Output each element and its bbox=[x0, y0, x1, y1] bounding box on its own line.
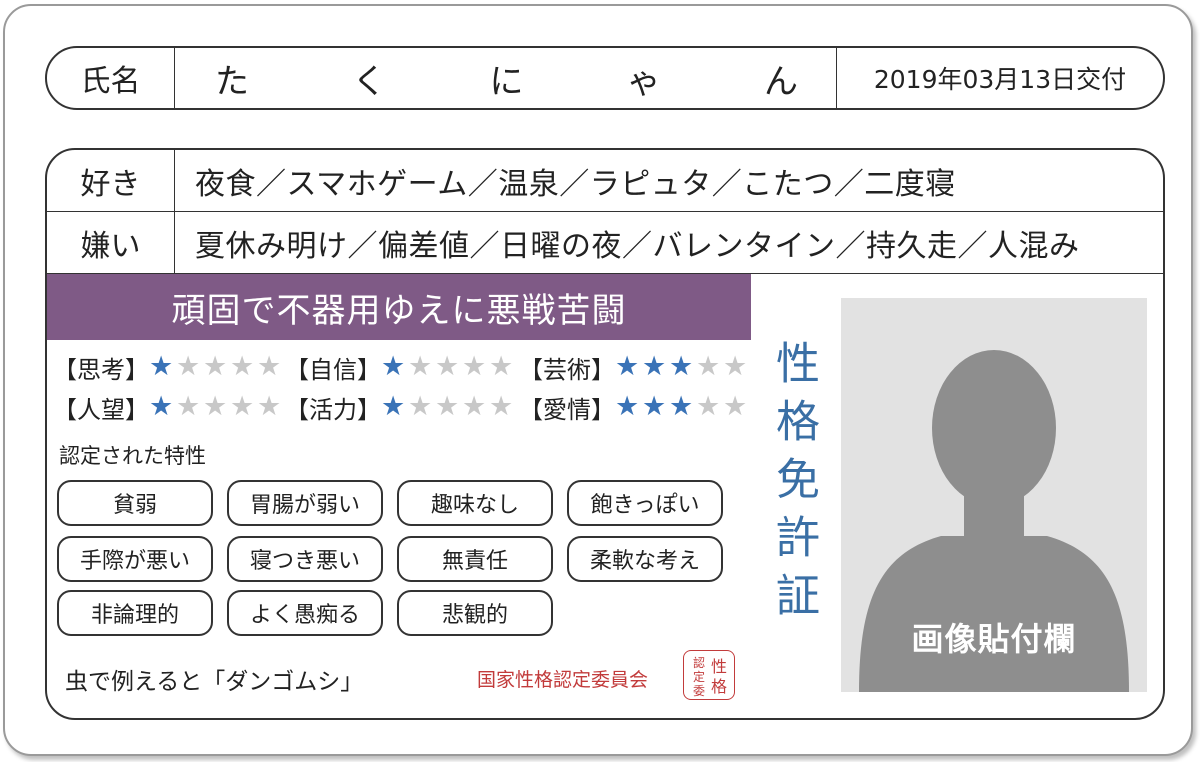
star-rating: ★ ★ ★ ★ ★ bbox=[615, 352, 750, 382]
name-char: ゃ bbox=[626, 61, 661, 102]
svg-text:定: 定 bbox=[693, 669, 705, 684]
stat-vitality: 【活力】 ★ ★ ★ ★ ★ bbox=[285, 390, 516, 424]
photo-label: 画像貼付欄 bbox=[911, 620, 1077, 658]
star-empty-icon: ★ bbox=[696, 351, 721, 382]
stat-label: 【思考】 bbox=[53, 355, 149, 384]
star-empty-icon: ★ bbox=[462, 391, 487, 422]
star-rating: ★ ★ ★ ★ ★ bbox=[381, 352, 516, 382]
dislikes-value: 夏休み明け／偏差値／日曜の夜／バレンタイン／持久走／人混み bbox=[195, 228, 1080, 264]
trait-chip: 柔軟な考え bbox=[567, 536, 723, 582]
star-empty-icon: ★ bbox=[489, 351, 514, 382]
trait-chip: 寝つき悪い bbox=[227, 536, 383, 582]
issue-date: 2019年03月13日交付 bbox=[873, 65, 1127, 94]
stat-confidence: 【自信】 ★ ★ ★ ★ ★ bbox=[285, 350, 516, 384]
star-filled-icon: ★ bbox=[615, 351, 640, 382]
dislikes-label: 嫌い bbox=[47, 212, 175, 273]
star-empty-icon: ★ bbox=[203, 351, 228, 382]
svg-text:性: 性 bbox=[711, 657, 727, 676]
star-empty-icon: ★ bbox=[435, 351, 460, 382]
star-filled-icon: ★ bbox=[642, 391, 667, 422]
trait-chip: 非論理的 bbox=[57, 590, 213, 636]
star-empty-icon: ★ bbox=[696, 391, 721, 422]
star-empty-icon: ★ bbox=[408, 391, 433, 422]
star-rating: ★ ★ ★ ★ ★ bbox=[149, 352, 284, 382]
star-empty-icon: ★ bbox=[723, 351, 748, 382]
trait-chip: 悲観的 bbox=[397, 590, 553, 636]
star-filled-icon: ★ bbox=[381, 351, 406, 382]
star-empty-icon: ★ bbox=[176, 391, 201, 422]
star-filled-icon: ★ bbox=[149, 351, 174, 382]
stat-label: 【芸術】 bbox=[519, 355, 615, 384]
stat-art: 【芸術】 ★ ★ ★ ★ ★ bbox=[519, 350, 750, 384]
stat-label: 【人望】 bbox=[53, 395, 149, 424]
issuing-committee: 国家性格認定委員会 bbox=[477, 669, 649, 691]
star-empty-icon: ★ bbox=[230, 351, 255, 382]
trait-chip: 無責任 bbox=[397, 536, 553, 582]
star-rating: ★ ★ ★ ★ ★ bbox=[615, 392, 750, 422]
seal-icon: 性 格 認 定 委 bbox=[693, 655, 727, 698]
star-empty-icon: ★ bbox=[257, 391, 282, 422]
star-empty-icon: ★ bbox=[489, 391, 514, 422]
traits-heading: 認定された特性 bbox=[59, 444, 206, 468]
personality-headline: 頑固で不器用ゆえに悪戦苦闘 bbox=[47, 274, 751, 340]
likes-label: 好き bbox=[47, 150, 175, 211]
dislikes-row: 嫌い 夏休み明け／偏差値／日曜の夜／バレンタイン／持久走／人混み bbox=[47, 212, 1163, 274]
star-empty-icon: ★ bbox=[462, 351, 487, 382]
stat-label: 【自信】 bbox=[285, 355, 381, 384]
trait-chip: よく愚痴る bbox=[227, 590, 383, 636]
star-filled-icon: ★ bbox=[149, 391, 174, 422]
star-empty-icon: ★ bbox=[435, 391, 460, 422]
stat-affection: 【愛情】 ★ ★ ★ ★ ★ bbox=[519, 390, 750, 424]
photo-placeholder: 画像貼付欄 bbox=[841, 298, 1147, 692]
star-empty-icon: ★ bbox=[230, 391, 255, 422]
insect-comparison: 虫で例えると「ダンゴムシ」 bbox=[65, 669, 364, 695]
name-row: 氏名 た く に ゃ ん 2019年03月13日交付 bbox=[45, 46, 1165, 110]
star-rating: ★ ★ ★ ★ ★ bbox=[381, 392, 516, 422]
svg-text:委: 委 bbox=[693, 684, 705, 698]
trait-chip: 趣味なし bbox=[397, 480, 553, 526]
name-label: 氏名 bbox=[47, 48, 175, 108]
stat-popularity: 【人望】 ★ ★ ★ ★ ★ bbox=[53, 390, 284, 424]
star-empty-icon: ★ bbox=[257, 351, 282, 382]
svg-text:認: 認 bbox=[693, 655, 705, 670]
star-empty-icon: ★ bbox=[176, 351, 201, 382]
star-filled-icon: ★ bbox=[669, 391, 694, 422]
name-char: く bbox=[352, 61, 387, 102]
trait-chip: 飽きっぽい bbox=[567, 480, 723, 526]
star-empty-icon: ★ bbox=[723, 391, 748, 422]
stat-label: 【愛情】 bbox=[519, 395, 615, 424]
official-seal: 性 格 認 定 委 bbox=[683, 650, 735, 700]
trait-chip: 胃腸が弱い bbox=[227, 480, 383, 526]
star-empty-icon: ★ bbox=[203, 391, 228, 422]
trait-chip: 手際が悪い bbox=[57, 536, 213, 582]
trait-chip: 貧弱 bbox=[57, 480, 213, 526]
license-title: 性格免許証 bbox=[768, 340, 819, 630]
personality-license-card: 氏名 た く に ゃ ん 2019年03月13日交付 好き 夜食／スマホゲーム／… bbox=[3, 4, 1193, 756]
star-filled-icon: ★ bbox=[669, 351, 694, 382]
name-char: た bbox=[215, 61, 249, 102]
stat-label: 【活力】 bbox=[285, 395, 381, 424]
star-empty-icon: ★ bbox=[408, 351, 433, 382]
star-filled-icon: ★ bbox=[381, 391, 406, 422]
likes-row: 好き 夜食／スマホゲーム／温泉／ラピュタ／こたつ／二度寝 bbox=[47, 150, 1163, 212]
likes-value: 夜食／スマホゲーム／温泉／ラピュタ／こたつ／二度寝 bbox=[195, 166, 956, 202]
stat-thinking: 【思考】 ★ ★ ★ ★ ★ bbox=[53, 350, 284, 384]
star-filled-icon: ★ bbox=[642, 351, 667, 382]
name-char: に bbox=[489, 61, 524, 102]
name-value: た く に ゃ ん bbox=[175, 48, 837, 108]
details-panel: 好き 夜食／スマホゲーム／温泉／ラピュタ／こたつ／二度寝 嫌い 夏休み明け／偏差… bbox=[45, 148, 1165, 720]
name-char: ん bbox=[764, 61, 798, 102]
star-filled-icon: ★ bbox=[615, 391, 640, 422]
star-rating: ★ ★ ★ ★ ★ bbox=[149, 392, 284, 422]
svg-text:格: 格 bbox=[711, 677, 727, 696]
